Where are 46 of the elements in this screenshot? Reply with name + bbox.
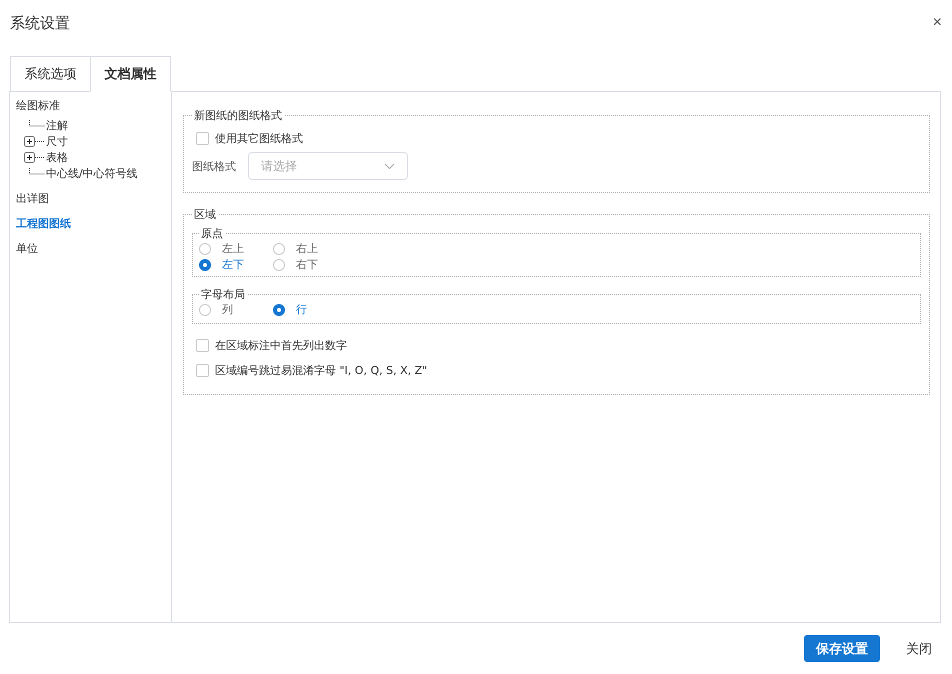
- radio-option[interactable]: 行: [273, 302, 347, 317]
- tab[interactable]: 文档属性: [90, 56, 171, 92]
- checkbox-label: 区域编号跳过易混淆字母 "I, O, Q, S, X, Z": [215, 363, 428, 378]
- group-title: 区域: [193, 207, 217, 222]
- chevron-down-icon: [384, 162, 395, 170]
- radio-label: 左上: [222, 241, 244, 256]
- radio-label: 左下: [222, 257, 244, 272]
- radio-label: 列: [222, 302, 233, 317]
- close-button[interactable]: 关闭: [894, 635, 944, 662]
- checkbox[interactable]: [196, 132, 209, 145]
- radio-option[interactable]: 左上: [199, 241, 273, 256]
- expand-icon[interactable]: [24, 136, 45, 146]
- tree-item[interactable]: 尺寸: [46, 134, 68, 148]
- expand-icon[interactable]: [24, 152, 45, 162]
- tree-item[interactable]: 中心线/中心符号线: [46, 166, 138, 180]
- sidebar-item[interactable]: 单位: [16, 241, 171, 256]
- radio-label: 右下: [296, 257, 318, 272]
- radio-option[interactable]: 右下: [273, 257, 347, 272]
- checkbox[interactable]: [196, 339, 209, 352]
- radio-option[interactable]: 左下: [199, 257, 273, 272]
- checkbox-label: 使用其它图纸格式: [215, 131, 303, 146]
- tree-item[interactable]: 表格: [46, 150, 68, 164]
- radio-icon[interactable]: [199, 304, 211, 316]
- sidebar-item[interactable]: 出详图: [16, 191, 171, 206]
- radio-icon[interactable]: [273, 258, 285, 270]
- tab[interactable]: 系统选项: [10, 56, 91, 92]
- tree-item[interactable]: 注解: [46, 118, 68, 132]
- checkbox[interactable]: [196, 364, 209, 377]
- group-title: 字母布局: [200, 287, 246, 302]
- radio-icon[interactable]: [273, 242, 285, 254]
- radio-label: 右上: [296, 241, 318, 256]
- window-title: 系统设置: [10, 14, 70, 32]
- checkbox-label: 在区域标注中首先列出数字: [215, 338, 347, 353]
- radio-icon[interactable]: [199, 258, 211, 270]
- radio-icon[interactable]: [273, 304, 285, 316]
- field-label: 图纸格式: [192, 158, 236, 174]
- group-title: 新图纸的图纸格式: [193, 108, 283, 123]
- radio-icon[interactable]: [199, 242, 211, 254]
- save-button[interactable]: 保存设置: [804, 635, 880, 662]
- sidebar-item[interactable]: 绘图标准: [16, 98, 171, 113]
- radio-option[interactable]: 右上: [273, 241, 347, 256]
- group-title: 原点: [200, 226, 224, 241]
- radio-option[interactable]: 列: [199, 302, 273, 317]
- close-button[interactable]: ×: [932, 14, 942, 32]
- sidebar-item[interactable]: 工程图图纸: [16, 216, 171, 231]
- radio-label: 行: [296, 302, 307, 317]
